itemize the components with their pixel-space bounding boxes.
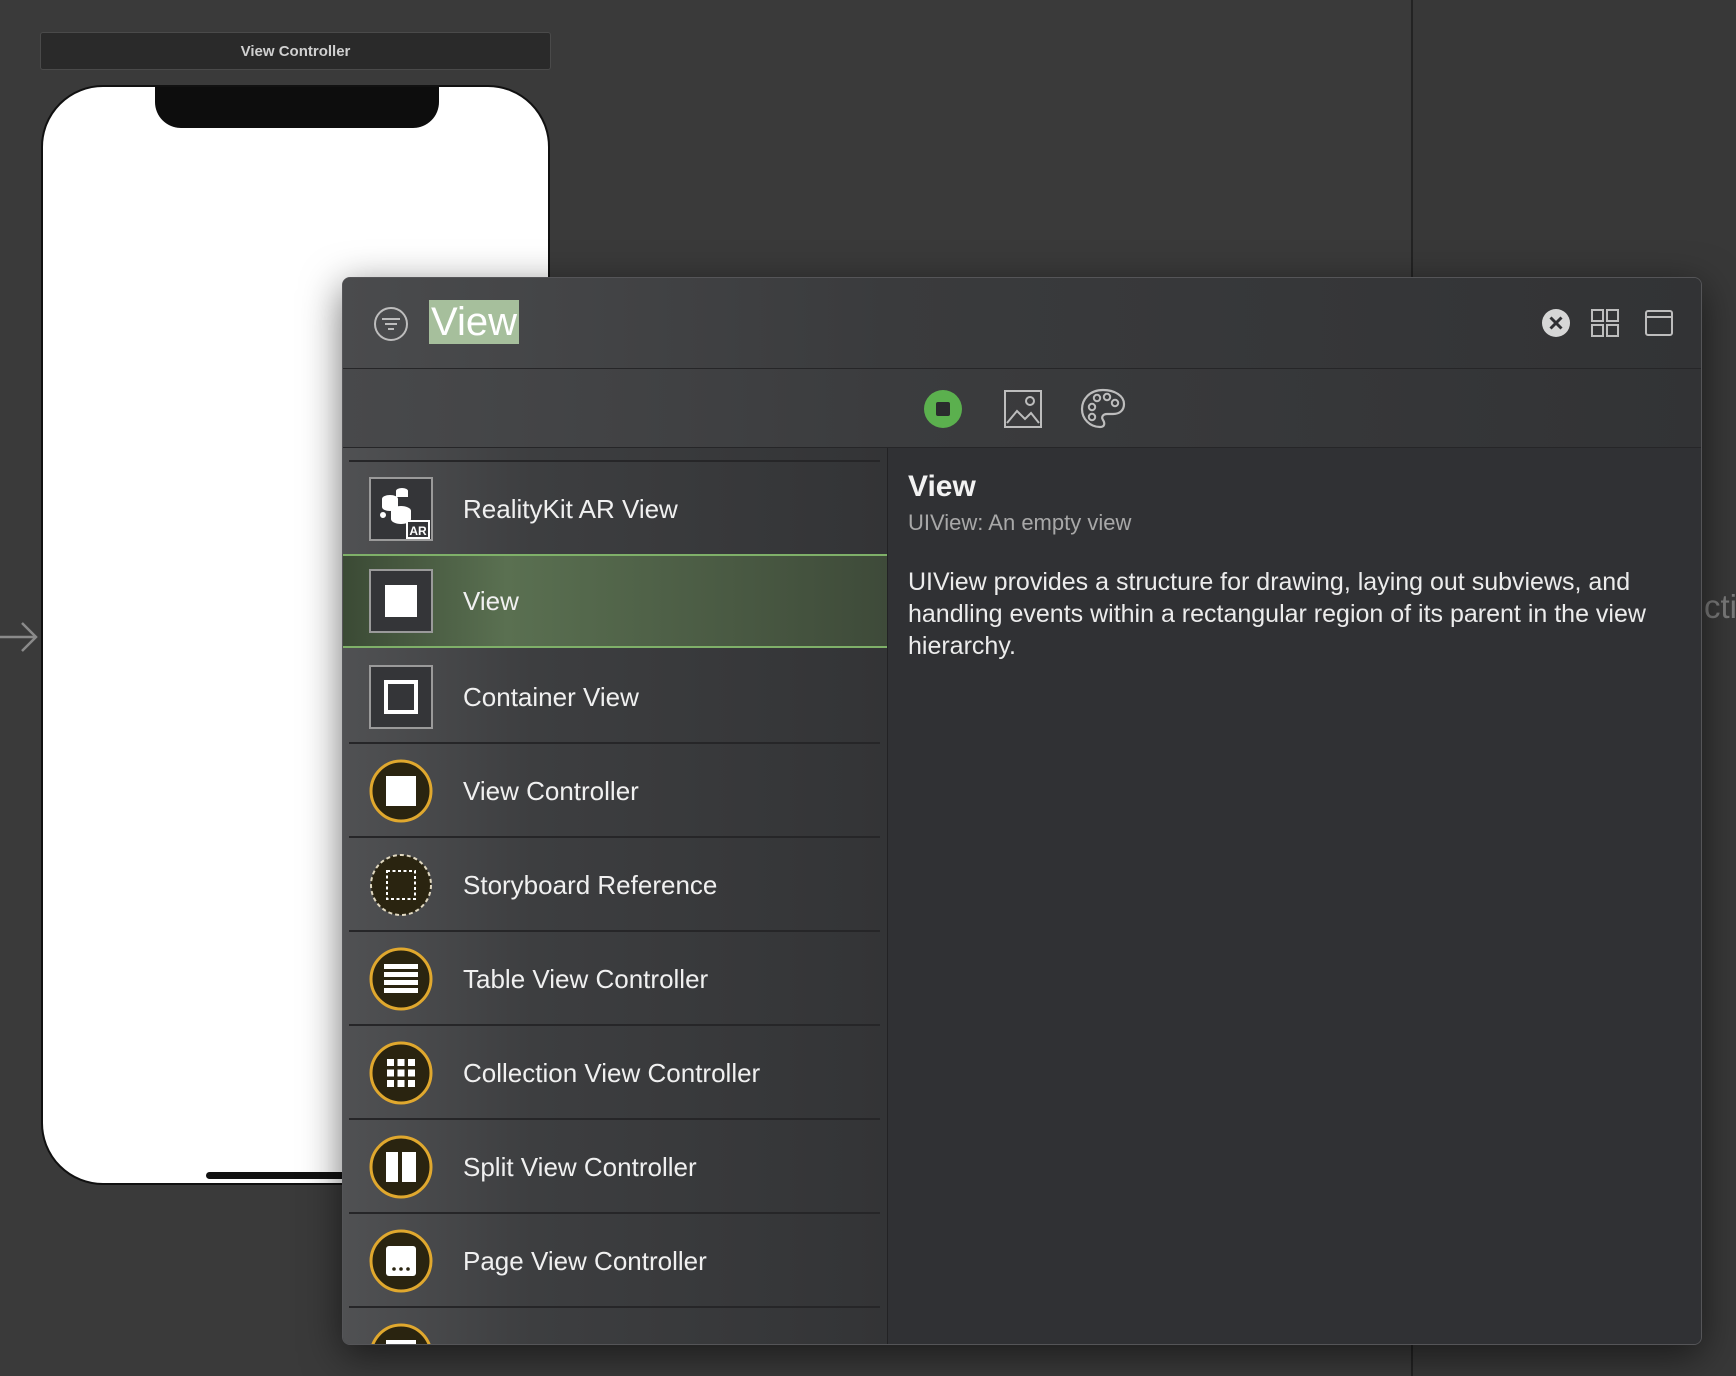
- stop-circle-icon[interactable]: [923, 389, 963, 429]
- list-item-label: Page View Controller: [463, 1246, 707, 1276]
- detail-subtitle: UIView: An empty view: [908, 510, 1132, 535]
- device-notch: [155, 87, 439, 128]
- list-item-label: View Controller: [463, 776, 639, 806]
- detail-panel-icon[interactable]: [1643, 307, 1675, 339]
- list-item-label: View: [463, 586, 519, 616]
- realitykit-ar-icon: AR: [369, 477, 433, 541]
- list-item-table-view-controller[interactable]: Table View Controller: [343, 932, 887, 1026]
- view-controller-icon: [369, 759, 433, 823]
- list-item-collection-view-controller[interactable]: Collection View Controller: [343, 1026, 887, 1120]
- list-item-page-view-controller[interactable]: Page View Controller: [343, 1214, 887, 1308]
- library-search-bar: View: [343, 278, 1701, 369]
- collection-view-controller-icon: [369, 1041, 433, 1105]
- object-detail-panel: View UIView: An empty view UIView provid…: [888, 448, 1701, 1344]
- entry-point-arrow-icon[interactable]: [0, 617, 40, 657]
- list-item-split-view-controller[interactable]: Split View Controller: [343, 1120, 887, 1214]
- photo-icon[interactable]: [1003, 389, 1043, 429]
- controller-icon: [371, 1323, 431, 1344]
- search-input-value: View: [429, 300, 519, 344]
- scene-title-bar[interactable]: View Controller: [40, 32, 551, 70]
- list-item-container-view[interactable]: Container View: [343, 650, 887, 744]
- storyboard-reference-icon: [370, 854, 432, 916]
- list-item-storyboard-reference[interactable]: Storyboard Reference: [343, 838, 887, 932]
- list-item-label: RealityKit AR View: [463, 494, 678, 524]
- page-view-controller-icon: [369, 1229, 433, 1293]
- list-item-view-controller[interactable]: View Controller: [343, 744, 887, 838]
- filter-icon[interactable]: [373, 306, 409, 342]
- object-library-popover: View AR RealityKit AR View View Containe…: [342, 277, 1702, 1345]
- detail-title: View: [908, 470, 976, 503]
- clear-search-icon[interactable]: [1540, 307, 1572, 339]
- list-item-label: Table View Controller: [463, 964, 709, 994]
- grid-view-icon[interactable]: [1589, 307, 1621, 339]
- container-view-icon: [369, 665, 433, 729]
- object-list[interactable]: AR RealityKit AR View View Container Vie…: [343, 448, 888, 1344]
- list-item-label: Container View: [463, 682, 639, 712]
- list-item-label: Collection View Controller: [463, 1058, 761, 1088]
- list-item-realitykit-ar-view[interactable]: AR RealityKit AR View: [343, 462, 887, 556]
- list-item-view[interactable]: View: [343, 554, 887, 648]
- view-icon: [369, 569, 433, 633]
- search-input[interactable]: View: [429, 298, 519, 346]
- list-top-gap: [343, 448, 887, 462]
- library-tab-bar: [343, 369, 1701, 448]
- palette-icon[interactable]: [1079, 387, 1127, 431]
- list-item-label: Split View Controller: [463, 1152, 697, 1182]
- table-view-controller-icon: [369, 947, 433, 1011]
- scene-title: View Controller: [240, 42, 351, 60]
- svg-text:AR: AR: [409, 524, 427, 538]
- split-view-controller-icon: [369, 1135, 433, 1199]
- list-item-label: Storyboard Reference: [463, 870, 718, 900]
- detail-description: UIView provides a structure for drawing,…: [908, 568, 1646, 660]
- obscured-text: ctio: [1704, 588, 1736, 625]
- list-item-partial[interactable]: [343, 1308, 887, 1344]
